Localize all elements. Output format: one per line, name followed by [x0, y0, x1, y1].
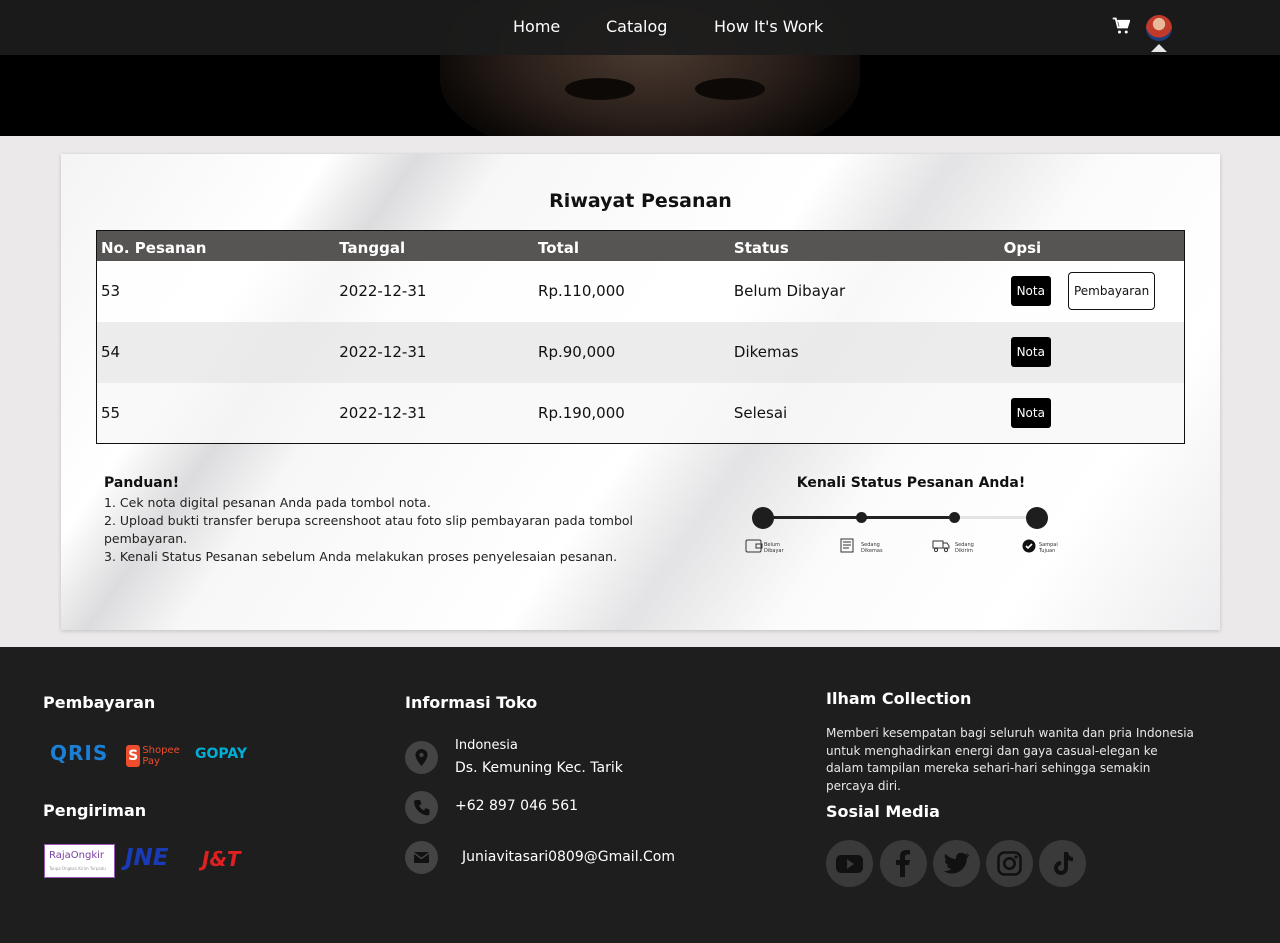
- nav-how-it-works-link[interactable]: How It's Work: [714, 17, 823, 36]
- page-title: Riwayat Pesanan: [549, 190, 732, 212]
- qris-logo: QRIS: [50, 741, 109, 765]
- order-id: 55: [96, 382, 336, 444]
- store-country: Indonesia: [455, 738, 518, 753]
- email-icon: [405, 841, 438, 874]
- table-row: 55 2022-12-31 Rp.190,000 Selesai Nota: [96, 382, 1185, 444]
- phone-icon: [405, 791, 438, 824]
- navbar: Home Catalog How It's Work: [0, 0, 1280, 55]
- order-total: Rp.110,000: [534, 260, 730, 322]
- nota-button[interactable]: Nota: [1010, 337, 1051, 367]
- truck-icon: [932, 540, 950, 553]
- guide-line: 2. Upload bukti transfer berupa screensh…: [104, 513, 634, 546]
- check-circle-icon: [1022, 539, 1036, 553]
- shopeepay-logo: S Shopee Pay: [126, 743, 184, 769]
- guide-title: Panduan!: [104, 475, 180, 491]
- order-options: Nota: [999, 321, 1185, 383]
- store-address: Ds. Kemuning Kec. Tarik: [455, 760, 623, 776]
- rajaongkir-logo: RajaOngkir Tanpa Ongkos Kirim Terpadu: [44, 844, 115, 878]
- tracker-step-label: Belum Dibayar: [764, 542, 784, 554]
- store-info-title: Informasi Toko: [405, 693, 538, 712]
- rajaongkir-tagline: Tanpa Ongkos Kirim Terpadu: [49, 866, 106, 871]
- gopay-logo: GOPAY: [195, 746, 248, 762]
- order-date: 2022-12-31: [335, 382, 535, 444]
- table-row: 54 2022-12-31 Rp.90,000 Dikemas Nota: [96, 321, 1185, 383]
- pembayaran-button[interactable]: Pembayaran: [1067, 272, 1156, 310]
- hero-image-detail: [565, 78, 635, 100]
- shipping-title: Pengiriman: [43, 801, 147, 820]
- payment-title: Pembayaran: [43, 693, 156, 712]
- column-header: No. Pesanan: [96, 230, 336, 261]
- column-header: Opsi: [999, 230, 1185, 261]
- column-header: Status: [729, 230, 1000, 261]
- nota-button[interactable]: Nota: [1010, 397, 1051, 428]
- tracker-step-label: Sedang Dikirim: [955, 542, 974, 554]
- order-history-card: Riwayat Pesanan No. Pesanan Tanggal Tota…: [61, 154, 1220, 630]
- jnt-logo: J&T: [202, 847, 241, 871]
- wallet-icon: [745, 539, 763, 553]
- order-options: Nota Pembayaran: [999, 260, 1185, 322]
- brand-title: Ilham Collection: [826, 689, 972, 708]
- table-row: 53 2022-12-31 Rp.110,000 Belum Dibayar N…: [96, 260, 1185, 322]
- youtube-icon[interactable]: [826, 840, 873, 887]
- caret-up-icon: [1151, 44, 1167, 52]
- tracker-step-dot: [856, 512, 867, 523]
- order-options: Nota: [999, 382, 1185, 444]
- orders-table: No. Pesanan Tanggal Total Status Opsi 53…: [96, 230, 1185, 444]
- instagram-icon[interactable]: [986, 840, 1033, 887]
- store-email[interactable]: Juniavitasari0809@Gmail.Com: [462, 849, 675, 865]
- tracker-step-dot: [1026, 507, 1048, 529]
- rajaongkir-label: RajaOngkir: [49, 850, 104, 861]
- jne-logo: JNE: [125, 845, 169, 871]
- tracker-step-dot: [949, 512, 960, 523]
- facebook-icon[interactable]: [880, 840, 927, 887]
- twitter-icon[interactable]: [933, 840, 980, 887]
- order-total: Rp.90,000: [534, 321, 730, 383]
- hero-image-detail: [695, 78, 765, 100]
- avatar[interactable]: [1146, 15, 1172, 41]
- column-header: Total: [534, 230, 730, 261]
- package-icon: [840, 538, 854, 553]
- tracker-step-label: Sampai Tujuan: [1039, 542, 1058, 554]
- shopeepay-label: Shopee Pay: [142, 745, 180, 767]
- store-phone: +62 897 046 561: [455, 798, 579, 814]
- nota-button[interactable]: Nota: [1010, 276, 1051, 306]
- tiktok-icon[interactable]: [1039, 840, 1086, 887]
- column-header: Tanggal: [335, 230, 535, 261]
- nav-home-link[interactable]: Home: [513, 17, 560, 36]
- order-id: 53: [96, 260, 336, 322]
- guide-line: 1. Cek nota digital pesanan Anda pada to…: [104, 495, 431, 510]
- order-date: 2022-12-31: [335, 321, 535, 383]
- social-media-title: Sosial Media: [826, 802, 940, 821]
- table-header-row: No. Pesanan Tanggal Total Status Opsi: [96, 230, 1185, 261]
- tracker-step-label: Sedang Dikemas: [861, 542, 883, 554]
- guide-line: 3. Kenali Status Pesanan sebelum Anda me…: [104, 549, 618, 564]
- order-total: Rp.190,000: [534, 382, 730, 444]
- footer: Pembayaran QRIS S Shopee Pay GOPAY Pengi…: [0, 647, 1280, 943]
- order-id: 54: [96, 321, 336, 383]
- order-status: Selesai: [729, 382, 1000, 444]
- brand-description: Memberi kesempatan bagi seluruh wanita d…: [826, 726, 1194, 793]
- order-status: Dikemas: [729, 321, 1000, 383]
- cart-icon[interactable]: [1112, 17, 1130, 35]
- order-date: 2022-12-31: [335, 260, 535, 322]
- tracker-step-dot: [752, 507, 774, 529]
- status-guide-title: Kenali Status Pesanan Anda!: [796, 475, 1026, 491]
- location-icon: [405, 741, 438, 774]
- order-status: Belum Dibayar: [729, 260, 1000, 322]
- nav-catalog-link[interactable]: Catalog: [606, 17, 667, 36]
